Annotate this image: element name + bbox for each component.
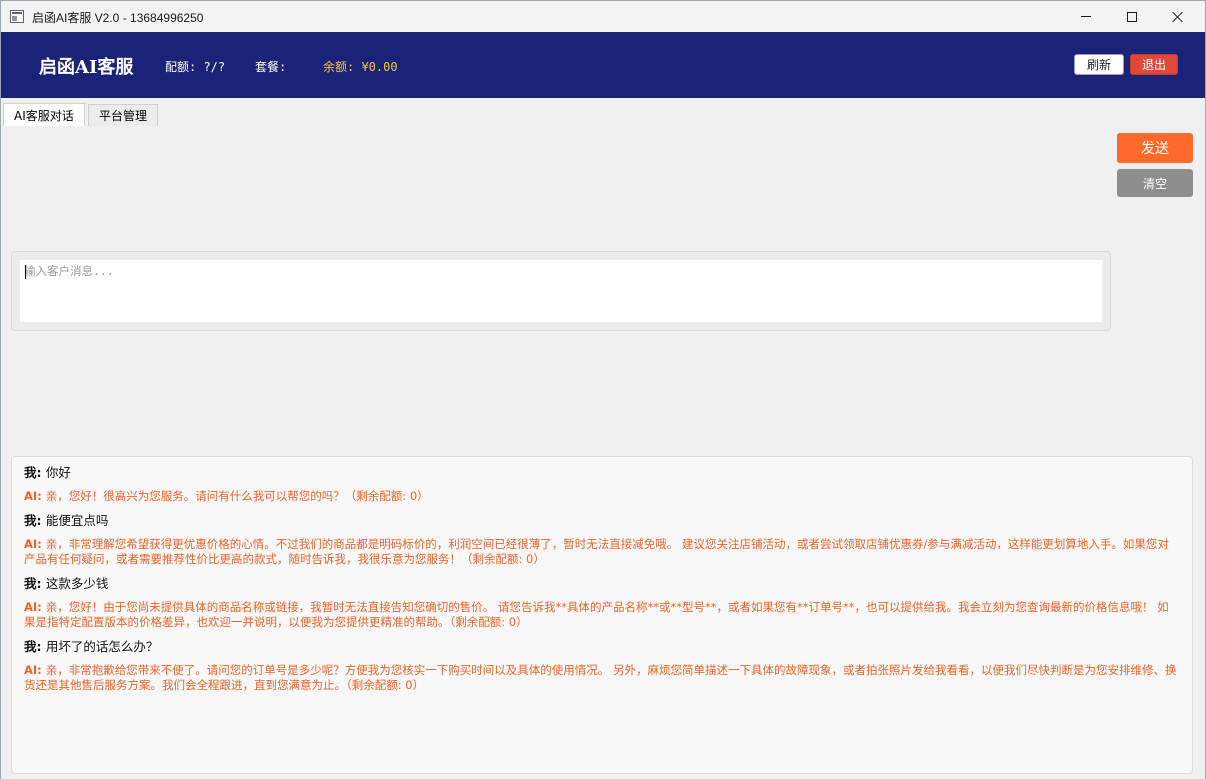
ai-message: AI: 亲，非常理解您希望获得更优惠价格的心情。不过我们的商品都是明码标价的，利… bbox=[24, 537, 1180, 567]
quota-label: 配额: ?/? bbox=[165, 60, 226, 74]
ai-message: AI: 亲，您好！很高兴为您服务。请问有什么我可以帮您的吗？（剩余配额: 0） bbox=[24, 489, 1180, 504]
maximize-button[interactable] bbox=[1109, 1, 1155, 32]
minimize-button[interactable] bbox=[1063, 1, 1109, 32]
user-message: 我: 用坏了的话怎么办？ bbox=[24, 638, 1180, 655]
maximize-icon bbox=[1127, 11, 1137, 22]
ai-message: AI: 亲，您好！由于您尚未提供具体的商品名称或链接，我暂时无法直接告知您确切的… bbox=[24, 600, 1180, 630]
brand-title: 启函AI客服 bbox=[39, 57, 134, 78]
ai-message: AI: 亲，非常抱歉给您带来不便了。请问您的订单号是多少呢？方便我为您核实一下购… bbox=[24, 663, 1180, 693]
tab-platform-management[interactable]: 平台管理 bbox=[88, 104, 159, 126]
close-button[interactable] bbox=[1155, 1, 1201, 32]
text-caret bbox=[25, 265, 26, 279]
refresh-button[interactable]: 刷新 bbox=[1074, 54, 1124, 75]
message-text: 用坏了的话怎么办？ bbox=[45, 639, 159, 654]
clear-button[interactable]: 清空 bbox=[1117, 169, 1193, 197]
ai-prefix: AI: bbox=[24, 537, 46, 551]
ai-prefix: AI: bbox=[24, 489, 46, 503]
app-header: 启函AI客服 配额: ?/? 套餐: 余额: ¥0.00 刷新 退出 bbox=[1, 32, 1205, 98]
app-window: 启函AI客服 V2.0 - 13684996250 启函AI客服 配额: ?/?… bbox=[0, 0, 1206, 779]
user-message: 我: 能便宜点吗 bbox=[24, 512, 1180, 529]
chat-panel: 发送 清空 我: 你好 AI: 亲，您好！很高兴为您服务。请问有什么我可以帮您的吗… bbox=[1, 126, 1205, 779]
user-prefix: 我: bbox=[24, 465, 46, 480]
message-text: 亲，非常抱歉给您带来不便了。请问您的订单号是多少呢？方便我为您核实一下购买时间以… bbox=[24, 663, 1177, 692]
ai-prefix: AI: bbox=[24, 663, 46, 677]
tab-bar: AI客服对话 平台管理 bbox=[1, 98, 1205, 126]
user-message: 我: 这款多少钱 bbox=[24, 575, 1180, 592]
balance-label: 余额: ¥0.00 bbox=[323, 60, 398, 74]
user-prefix: 我: bbox=[24, 513, 46, 528]
message-text: 能便宜点吗 bbox=[45, 513, 109, 528]
message-text: 亲，非常理解您希望获得更优惠价格的心情。不过我们的商品都是明码标价的，利润空间已… bbox=[24, 537, 1169, 566]
message-text: 你好 bbox=[45, 465, 71, 480]
logout-button[interactable]: 退出 bbox=[1130, 54, 1178, 75]
close-icon bbox=[1172, 11, 1184, 23]
send-button[interactable]: 发送 bbox=[1117, 133, 1193, 163]
title-bar[interactable]: 启函AI客服 V2.0 - 13684996250 bbox=[1, 1, 1205, 32]
message-input[interactable] bbox=[20, 260, 1102, 322]
tab-ai-chat[interactable]: AI客服对话 bbox=[3, 103, 85, 126]
message-text: 亲，您好！由于您尚未提供具体的商品名称或链接，我暂时无法直接告知您确切的售价。 … bbox=[24, 600, 1169, 629]
message-text: 这款多少钱 bbox=[45, 576, 109, 591]
window-title: 启函AI客服 V2.0 - 13684996250 bbox=[32, 11, 204, 25]
app-icon bbox=[10, 10, 24, 23]
message-input-frame bbox=[11, 251, 1111, 331]
chat-history[interactable]: 我: 你好 AI: 亲，您好！很高兴为您服务。请问有什么我可以帮您的吗？（剩余配额… bbox=[11, 456, 1193, 774]
user-prefix: 我: bbox=[24, 576, 46, 591]
ai-prefix: AI: bbox=[24, 600, 46, 614]
minimize-icon bbox=[1081, 16, 1091, 17]
plan-label: 套餐: bbox=[255, 60, 287, 74]
user-prefix: 我: bbox=[24, 639, 46, 654]
user-message: 我: 你好 bbox=[24, 464, 1180, 481]
message-text: 亲，您好！很高兴为您服务。请问有什么我可以帮您的吗？（剩余配额: 0） bbox=[45, 489, 429, 503]
